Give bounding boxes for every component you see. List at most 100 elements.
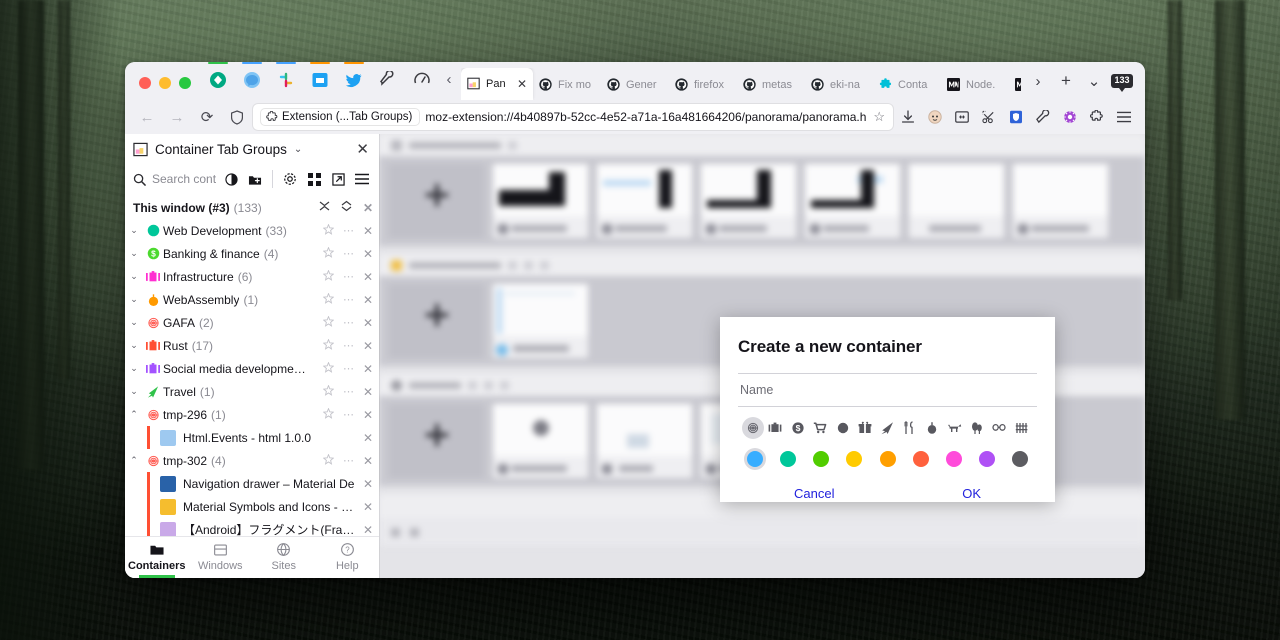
color-swatch-red[interactable] bbox=[910, 448, 932, 470]
dollar-icon[interactable]: $ bbox=[787, 417, 809, 439]
more-options-icon[interactable]: ⋯ bbox=[343, 408, 354, 421]
group-action[interactable] bbox=[500, 380, 509, 390]
star-icon[interactable] bbox=[322, 291, 335, 307]
sidebar-tab-sites[interactable]: Sites bbox=[252, 537, 316, 578]
close-row-button[interactable]: ✕ bbox=[363, 247, 373, 261]
chevron-down-icon[interactable]: ⌄ bbox=[125, 317, 143, 328]
screenshot-icon[interactable] bbox=[949, 104, 975, 130]
close-row-button[interactable]: ✕ bbox=[363, 293, 373, 307]
container-row[interactable]: ⌄ Web Development (33) ⋯ ✕ bbox=[125, 219, 379, 242]
group-action[interactable] bbox=[508, 260, 517, 270]
close-tab-row-button[interactable]: ✕ bbox=[363, 431, 373, 445]
browser-tab[interactable]: Pan ✕ bbox=[461, 68, 533, 100]
container-row[interactable]: ⌃ tmp-296 (1) ⋯ ✕ bbox=[125, 403, 379, 426]
extension-identity-chip[interactable]: Extension (...Tab Groups) bbox=[261, 109, 420, 125]
close-row-button[interactable]: ✕ bbox=[363, 408, 373, 422]
browser-tab[interactable]: Gener bbox=[601, 70, 669, 100]
container-row[interactable]: ⌄ Social media developme… ⋯ ✕ bbox=[125, 357, 379, 380]
messenger-pinned-tab[interactable] bbox=[237, 62, 267, 94]
window-controls[interactable] bbox=[133, 77, 203, 100]
back-button[interactable]: ← bbox=[133, 104, 161, 130]
tab-row[interactable]: 【Android】フラグメント(Fragm ✕ bbox=[125, 518, 379, 536]
browser-tab[interactable]: metas bbox=[737, 70, 805, 100]
star-icon[interactable] bbox=[322, 406, 335, 422]
collapse-all-icon[interactable] bbox=[319, 200, 330, 215]
tweetdeck-pinned-tab[interactable] bbox=[305, 62, 335, 94]
group-action[interactable] bbox=[468, 380, 477, 390]
speedometer-pinned-tab[interactable] bbox=[407, 66, 437, 94]
close-tab-row-button[interactable]: ✕ bbox=[363, 477, 373, 491]
more-options-icon[interactable]: ⋯ bbox=[343, 247, 354, 260]
star-icon[interactable] bbox=[322, 383, 335, 399]
grid-view-icon[interactable] bbox=[305, 172, 323, 186]
shield-icon[interactable] bbox=[223, 104, 251, 130]
panorama-group-header[interactable] bbox=[379, 254, 1145, 276]
color-swatch-yellow[interactable] bbox=[843, 448, 865, 470]
browser-tab[interactable]: firefox bbox=[669, 70, 737, 100]
tab-row[interactable]: Material Symbols and Icons - Go ✕ bbox=[125, 495, 379, 518]
sidebar-tab-windows[interactable]: Windows bbox=[189, 537, 253, 578]
scissors-icon[interactable] bbox=[976, 104, 1002, 130]
settings-gear-icon[interactable] bbox=[281, 172, 299, 186]
more-options-icon[interactable]: ⋯ bbox=[343, 362, 354, 375]
close-window-button[interactable] bbox=[139, 77, 151, 89]
close-row-button[interactable]: ✕ bbox=[363, 339, 373, 353]
sidebar-tab-containers[interactable]: Containers bbox=[125, 537, 189, 578]
tab-card[interactable] bbox=[493, 164, 588, 238]
food-icon[interactable] bbox=[899, 417, 921, 439]
container-row[interactable]: ⌄ WebAssembly (1) ⋯ ✕ bbox=[125, 288, 379, 311]
vacation-icon[interactable] bbox=[876, 417, 898, 439]
close-row-button[interactable]: ✕ bbox=[363, 362, 373, 376]
close-sidebar-button[interactable]: ✕ bbox=[356, 140, 369, 158]
close-tab-button[interactable]: ✕ bbox=[517, 78, 527, 90]
new-tab-card[interactable] bbox=[389, 284, 484, 358]
tab-card[interactable] bbox=[493, 284, 588, 358]
panorama-group-header[interactable] bbox=[379, 134, 1145, 156]
tab-card[interactable] bbox=[1013, 164, 1108, 238]
container-row[interactable]: ⌄ GAFA (2) ⋯ ✕ bbox=[125, 311, 379, 334]
new-tab-card[interactable] bbox=[389, 404, 484, 478]
reload-button[interactable]: ⟳ bbox=[193, 104, 221, 130]
more-options-icon[interactable]: ⋯ bbox=[343, 339, 354, 352]
gift-icon[interactable] bbox=[854, 417, 876, 439]
slack-pinned-tab[interactable] bbox=[271, 62, 301, 94]
window-row[interactable]: This window (#3) (133) ✕ bbox=[125, 196, 379, 219]
star-icon[interactable] bbox=[322, 337, 335, 353]
chevron-down-icon[interactable]: ⌄ bbox=[125, 363, 143, 374]
fence-icon[interactable] bbox=[1011, 417, 1033, 439]
color-swatch-turquoise[interactable] bbox=[777, 448, 799, 470]
chevron-down-icon[interactable]: ⌄ bbox=[125, 248, 143, 259]
tab-row[interactable]: Html.Events - html 1.0.0 ✕ bbox=[125, 426, 379, 449]
color-swatch-grey[interactable] bbox=[1009, 448, 1031, 470]
circle-icon[interactable] bbox=[832, 417, 854, 439]
flower-icon[interactable] bbox=[1057, 104, 1083, 130]
more-options-icon[interactable]: ⋯ bbox=[343, 270, 354, 283]
new-tab-card[interactable] bbox=[389, 164, 484, 238]
more-options-icon[interactable]: ⋯ bbox=[343, 293, 354, 306]
maximize-window-button[interactable] bbox=[179, 77, 191, 89]
scroll-tabs-left-button[interactable]: ‹ bbox=[437, 71, 461, 100]
shield-badge-icon[interactable] bbox=[1003, 104, 1029, 130]
star-icon[interactable] bbox=[322, 314, 335, 330]
expand-all-icon[interactable] bbox=[341, 200, 352, 215]
chevron-down-icon[interactable]: ⌄ bbox=[125, 340, 143, 351]
tree-icon[interactable] bbox=[966, 417, 988, 439]
more-options-icon[interactable]: ⋯ bbox=[343, 316, 354, 329]
contrast-icon[interactable] bbox=[222, 172, 240, 186]
fingerprint-icon[interactable] bbox=[742, 417, 764, 439]
close-row-button[interactable]: ✕ bbox=[363, 316, 373, 330]
list-all-tabs-button[interactable]: ⌄ bbox=[1081, 69, 1107, 93]
scroll-tabs-right-button[interactable]: › bbox=[1025, 69, 1051, 93]
star-icon[interactable] bbox=[322, 452, 335, 468]
star-icon[interactable] bbox=[322, 360, 335, 376]
close-tab-row-button[interactable]: ✕ bbox=[363, 523, 373, 537]
close-row-button[interactable]: ✕ bbox=[363, 224, 373, 238]
close-row-button[interactable]: ✕ bbox=[363, 270, 373, 284]
briefcase-icon[interactable] bbox=[764, 417, 786, 439]
open-external-icon[interactable] bbox=[329, 172, 347, 186]
more-options-icon[interactable]: ⋯ bbox=[343, 385, 354, 398]
star-icon[interactable] bbox=[322, 245, 335, 261]
container-row[interactable]: ⌄ Travel (1) ⋯ ✕ bbox=[125, 380, 379, 403]
browser-tab[interactable]: eki-na bbox=[805, 70, 873, 100]
cancel-button[interactable]: Cancel bbox=[794, 486, 834, 501]
